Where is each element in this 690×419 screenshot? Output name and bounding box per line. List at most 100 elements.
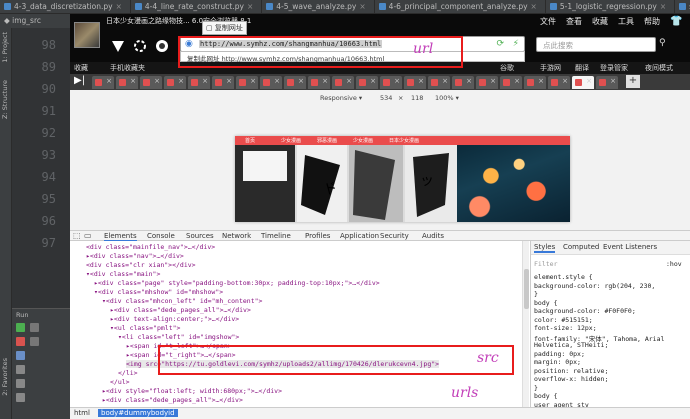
- close-tab-icon[interactable]: ×: [298, 77, 304, 85]
- close-tab-icon[interactable]: ×: [514, 77, 520, 85]
- stop-icon[interactable]: [16, 337, 25, 346]
- dom-node-row[interactable]: ▸<div text-align:center;">…</div>: [110, 315, 239, 323]
- css-rule-line[interactable]: element.style {: [534, 273, 593, 281]
- css-rule-line[interactable]: }: [534, 290, 538, 298]
- close-tab-icon[interactable]: ×: [178, 77, 184, 85]
- fav-translate[interactable]: 翻译: [575, 63, 589, 73]
- fav-collect[interactable]: 收藏: [74, 63, 88, 73]
- ide-tab[interactable]: 4-4_line_rate_construct.py ×: [131, 0, 263, 13]
- tab-computed[interactable]: Computed: [563, 243, 599, 251]
- browser-tab[interactable]: ×: [236, 76, 258, 89]
- elements-scrollbar[interactable]: [522, 241, 529, 407]
- css-rule-line[interactable]: background-color: rgb(204, 230,: [534, 282, 655, 290]
- close-tab-icon[interactable]: ×: [226, 77, 232, 85]
- css-rule-line[interactable]: overflow-x: hidden;: [534, 375, 608, 383]
- reload-icon[interactable]: ⟳: [496, 39, 504, 49]
- copy-url-popup[interactable]: ▢ 复制网址: [202, 21, 247, 35]
- close-tab-icon[interactable]: ×: [538, 77, 544, 85]
- css-rule-line[interactable]: padding: 0px;: [534, 350, 585, 358]
- dom-node-row[interactable]: ▾<li class="left" id="imgshow">: [118, 333, 239, 341]
- dom-node-row[interactable]: ▸<div class="dede_pages_all">…</div>: [110, 306, 251, 314]
- menu-file[interactable]: 文件: [540, 16, 556, 27]
- ide-breadcrumb[interactable]: ◆ img_src: [0, 14, 70, 28]
- menu-help[interactable]: 帮助: [644, 16, 660, 27]
- browser-tab[interactable]: ×: [284, 76, 306, 89]
- browser-tab[interactable]: ×: [212, 76, 234, 89]
- devtools-tab-sources[interactable]: Sources: [186, 232, 214, 240]
- close-tab-icon[interactable]: ×: [116, 2, 122, 11]
- browser-tab[interactable]: ×: [572, 76, 594, 89]
- scroll-thumb[interactable]: [524, 269, 529, 309]
- dom-node-row[interactable]: ▾<div class="main">: [86, 270, 160, 278]
- skin-icon[interactable]: 👕: [670, 16, 682, 27]
- close-icon[interactable]: [16, 393, 25, 402]
- browser-tab[interactable]: ×: [356, 76, 378, 89]
- viewport-height[interactable]: 118: [411, 94, 423, 102]
- responsive-select[interactable]: Responsive ▾: [320, 94, 362, 102]
- close-tab-icon[interactable]: ×: [418, 77, 424, 85]
- settings-icon[interactable]: [16, 365, 25, 374]
- devtools-tab-timeline[interactable]: Timeline: [261, 232, 291, 240]
- browser-tab[interactable]: ×: [524, 76, 546, 89]
- browser-tab[interactable]: ×: [596, 76, 618, 89]
- koi-fish-image[interactable]: [457, 145, 570, 222]
- new-tab-button[interactable]: +: [626, 75, 640, 88]
- css-rule-line[interactable]: Helvetica, STHeiti;: [534, 341, 608, 349]
- devtools-tab-console[interactable]: Console: [147, 232, 175, 240]
- close-tab-icon[interactable]: ×: [610, 77, 616, 85]
- up-arrow-icon[interactable]: [30, 323, 39, 332]
- close-tab-icon[interactable]: ×: [660, 2, 666, 11]
- site-nav-item[interactable]: 少女漫画: [353, 137, 373, 144]
- browser-tab[interactable]: ×: [116, 76, 138, 89]
- dom-node-row[interactable]: </li>: [118, 369, 138, 377]
- crumb-body[interactable]: body#dummybodyid: [98, 409, 178, 417]
- dom-node-row[interactable]: <div class="clr xian"></div>: [86, 261, 196, 269]
- devtools-tab-security[interactable]: Security: [380, 232, 409, 240]
- fav-google[interactable]: 谷歌: [500, 63, 514, 73]
- close-tab-icon[interactable]: ×: [586, 77, 592, 85]
- shield-icon[interactable]: ⚡: [513, 39, 519, 49]
- browser-tab[interactable]: ×: [548, 76, 570, 89]
- close-tab-icon[interactable]: ×: [442, 77, 448, 85]
- ide-tab[interactable]: 4-5_wave_analyze.py ×: [262, 0, 375, 13]
- close-tab-icon[interactable]: ×: [394, 77, 400, 85]
- close-tab-icon[interactable]: ×: [359, 2, 365, 11]
- ide-tab[interactable]: 5-1_logistic_regression.py ×: [546, 0, 676, 13]
- close-tab-icon[interactable]: ×: [202, 77, 208, 85]
- close-tab-icon[interactable]: ×: [322, 77, 328, 85]
- dom-node-row[interactable]: ▸<div class="dede_pages_all">…</div>: [102, 396, 243, 404]
- close-tab-icon[interactable]: ×: [106, 77, 112, 85]
- favorites-tool-tab[interactable]: 2: Favorites: [1, 358, 9, 396]
- devtools-tab-application[interactable]: Application: [340, 232, 379, 240]
- styles-filter-input[interactable]: Filter: [534, 260, 557, 268]
- close-tab-icon[interactable]: ×: [247, 2, 253, 11]
- fav-login[interactable]: 登录管家: [600, 63, 628, 73]
- devtools-tab-network[interactable]: Network: [222, 232, 251, 240]
- home-icon[interactable]: [154, 38, 170, 54]
- refresh-icon[interactable]: [132, 38, 148, 54]
- search-icon[interactable]: ⚲: [659, 38, 666, 48]
- css-rule-line[interactable]: position: relative;: [534, 367, 608, 375]
- ide-tab[interactable]: 4-6_principal_component_analyze.py ×: [375, 0, 546, 13]
- css-rule-line[interactable]: }: [534, 384, 538, 392]
- browser-tab[interactable]: ×: [308, 76, 330, 89]
- viewport-width[interactable]: 534: [380, 94, 392, 102]
- site-nav-item[interactable]: 首页: [245, 137, 255, 144]
- close-tab-icon[interactable]: ×: [130, 77, 136, 85]
- dom-node-row[interactable]: ▾<ul class="pmlt">: [110, 324, 180, 332]
- back-icon[interactable]: [110, 38, 126, 54]
- search-input[interactable]: 点此搜索: [536, 37, 656, 52]
- close-tab-icon[interactable]: ×: [466, 77, 472, 85]
- tab-list-icon[interactable]: ▶|: [74, 75, 85, 86]
- rerun-icon[interactable]: [16, 323, 25, 332]
- down-arrow-icon[interactable]: [30, 337, 39, 346]
- ide-tab[interactable]: 4-3_data_discretization.py ×: [0, 0, 131, 13]
- dom-node-row[interactable]: <div class="mainfile_nav">…</div>: [86, 243, 215, 251]
- site-nav-item[interactable]: 少女漫画: [281, 137, 301, 144]
- browser-tab[interactable]: ×: [188, 76, 210, 89]
- browser-tab[interactable]: ×: [404, 76, 426, 89]
- dom-node-row[interactable]: ▾<div class="mhshow" id="mhshow">: [94, 288, 223, 296]
- devtools-tab-audits[interactable]: Audits: [422, 232, 444, 240]
- dom-node-row[interactable]: ▾<div class="mhcon_left" id="mh_content"…: [102, 297, 262, 305]
- css-rule-line[interactable]: font-size: 12px;: [534, 324, 597, 332]
